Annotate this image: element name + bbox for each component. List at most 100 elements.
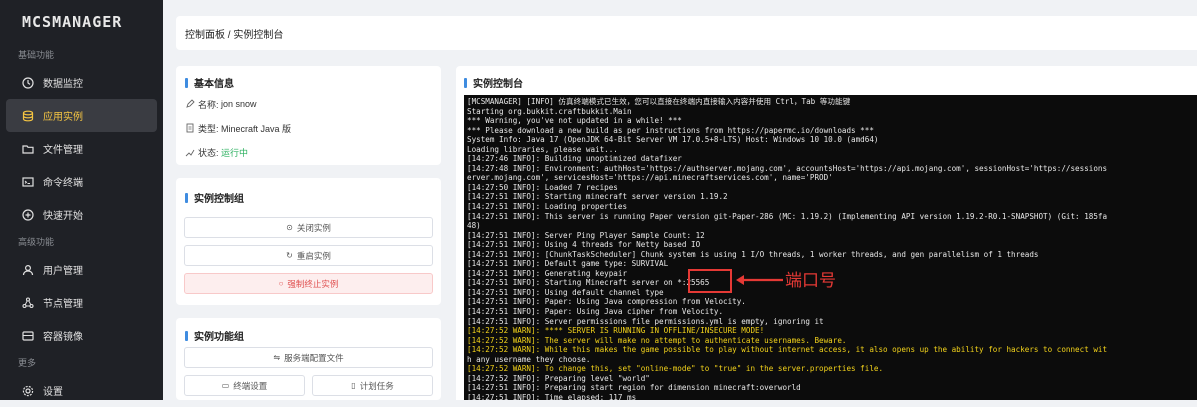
sidebar-item-users[interactable]: 用户管理 <box>6 253 157 286</box>
section-label-advanced: 高级功能 <box>18 237 55 247</box>
console-line: [14:27:51 INFO]: [ChunkTaskScheduler] Ch… <box>467 249 1039 259</box>
terminal-icon <box>22 176 34 188</box>
document-icon <box>185 123 195 133</box>
sidebar-item-label: 命令终端 <box>43 178 83 189</box>
sidebar-item-label: 用户管理 <box>43 266 83 277</box>
clock-icon <box>22 76 34 89</box>
console-line: [14:27:51 INFO]: Server permissions file… <box>467 316 824 326</box>
card-title-text: 实例控制组 <box>194 194 244 205</box>
console-line: [14:27:51 INFO]: Starting minecraft serv… <box>467 192 728 202</box>
control-group-title: 实例控制组 <box>185 190 244 205</box>
console-line: erver.mojang.com', servicesHost='https:/… <box>467 173 833 183</box>
sidebar-item-label: 文件管理 <box>43 145 83 156</box>
status-badge: 运行中 <box>221 147 249 158</box>
restart-instance-button[interactable]: ↻ 重启实例 <box>184 245 433 266</box>
console-line: [14:27:52 WARN]: While this makes the ga… <box>467 345 1108 355</box>
console-line: [MCSMANAGER] [INFO] 仿真终端模式已生效，您可以直接在终端内直… <box>467 97 851 106</box>
info-status-row: 状态: 运行中 <box>185 140 291 164</box>
port-highlight-box <box>688 269 732 293</box>
annotation-arrow-icon <box>736 275 783 285</box>
console-line: [14:27:50 INFO]: Loaded 7 recipes <box>467 182 618 192</box>
sidebar-item-settings[interactable]: 设置 <box>6 374 157 407</box>
card-title-text: 实例控制台 <box>473 79 523 90</box>
info-type-row: 类型: Minecraft Java 版 <box>185 116 291 140</box>
stop-instance-button[interactable]: ⊙ 关闭实例 <box>184 217 433 238</box>
console-title: 实例控制台 <box>464 75 523 90</box>
terminal-settings-button[interactable]: ▭ 终端设置 <box>184 375 305 396</box>
kill-instance-button[interactable]: ○ 强制终止实例 <box>184 273 433 294</box>
console-line: *** Please download a new build as per i… <box>467 125 874 135</box>
gear-icon <box>22 385 34 397</box>
console-line: [14:27:51 INFO]: This server is running … <box>467 211 1108 221</box>
refresh-icon: ↻ <box>286 251 293 260</box>
breadcrumb: 控制面板 / 实例控制台 <box>185 29 284 41</box>
power-icon: ⊙ <box>286 223 293 232</box>
container-icon <box>22 330 34 342</box>
folder-icon <box>22 143 34 155</box>
section-label-basic: 基础功能 <box>18 50 55 60</box>
schedule-button[interactable]: ▯ 计划任务 <box>312 375 433 396</box>
console-line: [14:27:51 INFO]: Loading properties <box>467 202 628 212</box>
sidebar-item-terminal[interactable]: 命令终端 <box>6 165 157 198</box>
sidebar: MCSMANAGER 基础功能 数据监控 应用实例 文件管理 命令终端 快速开始… <box>0 0 163 400</box>
button-label: 终端设置 <box>233 380 268 391</box>
console-line: [14:27:51 INFO]: Paper: Using Java compr… <box>467 297 746 307</box>
console-line: 48) <box>467 221 481 231</box>
config-files-button[interactable]: ⇋ 服务端配置文件 <box>184 347 433 368</box>
sidebar-item-label: 容器镜像 <box>43 332 83 343</box>
console-line: Loading libraries, please wait... <box>467 144 618 154</box>
console-line: [14:27:51 INFO]: Paper: Using Java ciphe… <box>467 307 724 317</box>
sidebar-item-instances[interactable]: 应用实例 <box>6 99 157 132</box>
function-group-title: 实例功能组 <box>185 328 244 343</box>
console-line: [14:27:52 WARN]: The server will make no… <box>467 335 847 345</box>
app-logo: MCSMANAGER <box>22 13 123 31</box>
type-value: Minecraft Java 版 <box>221 123 292 134</box>
monitor-icon: ▭ <box>221 381 230 390</box>
power-icon: ○ <box>278 279 284 288</box>
button-label: 重启实例 <box>296 250 331 261</box>
console-line: Starting org.bukkit.craftbukkit.Main <box>467 106 632 116</box>
plus-circle-icon <box>22 208 34 221</box>
console-line: [14:27:48 INFO]: Environment: authHost='… <box>467 163 1108 173</box>
console-line: *** Warning, you've not updated in a whi… <box>467 116 682 126</box>
cluster-icon <box>22 296 34 309</box>
console-line: [14:27:51 INFO]: Preparing start region … <box>467 383 801 393</box>
name-value: jon snow <box>221 99 257 109</box>
basic-info-card: 基本信息 名称: jon snow 类型: Minecraft Java 版 状… <box>176 66 441 165</box>
console-line: [14:27:52 INFO]: Preparing level "world" <box>467 373 650 383</box>
button-label: 强制终止实例 <box>287 278 339 289</box>
card-title-text: 基本信息 <box>194 79 234 90</box>
user-icon <box>22 264 34 276</box>
terminal-output[interactable]: [MCSMANAGER] [INFO] 仿真终端模式已生效，您可以直接在终端内直… <box>464 95 1197 400</box>
edit-icon <box>185 99 195 109</box>
card-title-text: 实例功能组 <box>194 332 244 343</box>
button-label: 计划任务 <box>359 380 394 391</box>
info-name-row: 名称: jon snow <box>185 92 291 116</box>
console-line: [14:27:46 INFO]: Building unoptimized da… <box>467 154 682 164</box>
breadcrumb-bar: 控制面板 / 实例控制台 <box>176 16 1197 50</box>
console-line: [14:27:51 INFO]: Server Ping Player Samp… <box>467 230 705 240</box>
sidebar-item-label: 快速开始 <box>43 211 83 222</box>
sidebar-item-label: 节点管理 <box>43 299 83 310</box>
console-line: System Info: Java 17 (OpenJDK 64-Bit Ser… <box>467 135 879 145</box>
database-icon <box>22 110 34 122</box>
console-line: [14:27:51 INFO]: Time elapsed: 117 ms <box>467 392 637 400</box>
type-label: 类型: <box>198 123 219 134</box>
section-label-more: 更多 <box>18 358 37 368</box>
chart-icon <box>185 147 195 157</box>
name-label: 名称: <box>198 99 219 110</box>
console-line: [14:27:52 WARN]: **** SERVER IS RUNNING … <box>467 326 765 336</box>
sidebar-item-files[interactable]: 文件管理 <box>6 132 157 165</box>
sidebar-item-nodes[interactable]: 节点管理 <box>6 286 157 319</box>
port-annotation-label: 端口号 <box>785 271 836 291</box>
sidebar-item-label: 设置 <box>43 387 63 398</box>
calendar-icon: ▯ <box>351 381 356 390</box>
status-label: 状态: <box>198 147 219 158</box>
button-label: 服务端配置文件 <box>284 352 344 363</box>
sliders-icon: ⇋ <box>273 353 281 362</box>
sidebar-item-images[interactable]: 容器镜像 <box>6 319 157 352</box>
basic-info-title: 基本信息 <box>185 75 234 90</box>
sidebar-item-quickstart[interactable]: 快速开始 <box>6 198 157 231</box>
console-line: h any username they choose. <box>467 354 591 364</box>
sidebar-item-monitor[interactable]: 数据监控 <box>6 66 157 99</box>
